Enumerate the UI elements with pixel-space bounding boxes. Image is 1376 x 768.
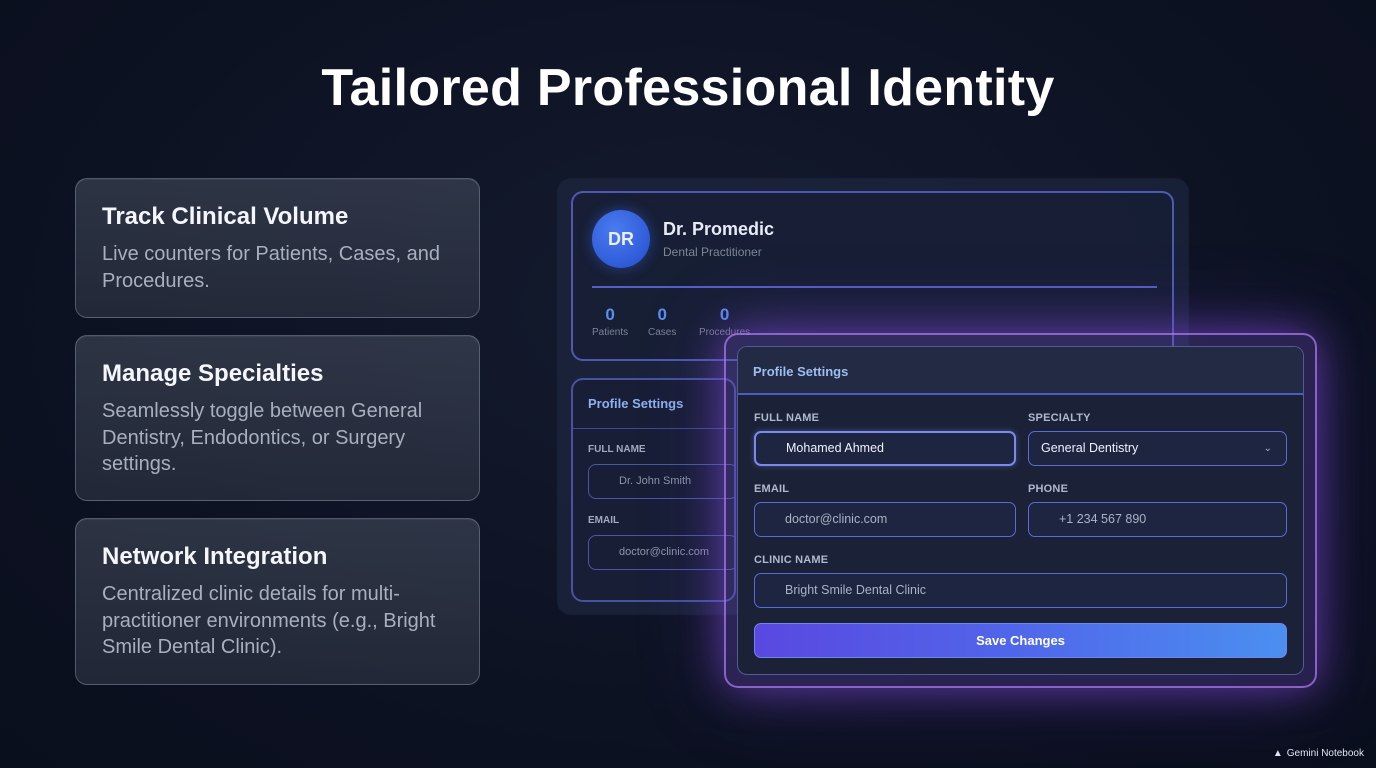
email-label: EMAIL — [754, 483, 790, 495]
full-name-input[interactable]: Mohamed Ahmed — [754, 431, 1016, 466]
email-input[interactable]: doctor@clinic.com — [754, 502, 1016, 537]
specialty-select[interactable]: General Dentistry ⌄ — [1028, 431, 1287, 466]
feature-heading: Track Clinical Volume — [102, 203, 349, 230]
divider — [592, 286, 1157, 288]
save-changes-button[interactable]: Save Changes — [754, 623, 1287, 658]
chevron-down-icon: ⌄ — [1263, 443, 1272, 454]
watermark-text: Gemini Notebook — [1286, 748, 1364, 759]
profile-settings-background: Profile Settings FULL NAME Dr. John Smit… — [571, 378, 736, 602]
feature-heading: Network Integration — [102, 543, 328, 570]
doctor-role: Dental Practitioner — [663, 245, 762, 259]
clinic-name-input[interactable]: Bright Smile Dental Clinic — [754, 573, 1287, 608]
email-field[interactable]: doctor@clinic.com — [588, 535, 734, 570]
modal-header: Profile Settings — [738, 347, 1303, 395]
divider — [573, 428, 734, 429]
stat-patients: 0 Patients — [592, 305, 628, 338]
stat-label: Patients — [592, 327, 629, 338]
modal-title: Profile Settings — [753, 364, 849, 379]
page-title: Tailored Professional Identity — [321, 59, 1055, 117]
feature-description: Centralized clinic details for multi-pra… — [102, 583, 436, 658]
full-name-field[interactable]: Dr. John Smith — [588, 464, 734, 499]
full-name-label: FULL NAME — [588, 444, 646, 455]
phone-input[interactable]: +1 234 567 890 — [1028, 502, 1287, 537]
feature-card-clinical-volume: Track Clinical Volume Live counters for … — [75, 178, 480, 318]
doctor-name: Dr. Promedic — [663, 219, 775, 239]
feature-heading: Manage Specialties — [102, 360, 324, 387]
settings-header: Profile Settings — [588, 396, 684, 411]
full-name-label: FULL NAME — [754, 412, 820, 424]
feature-description: Seamlessly toggle between General Dentis… — [102, 400, 423, 475]
feature-description: Live counters for Patients, Cases, and P… — [102, 243, 440, 292]
phone-label: PHONE — [1028, 483, 1069, 495]
stat-cases: 0 Cases — [648, 305, 676, 338]
specialty-label: SPECIALTY — [1028, 412, 1091, 424]
feature-card-network: Network Integration Centralized clinic d… — [75, 518, 480, 685]
stat-value: 0 — [657, 305, 667, 324]
email-label: EMAIL — [588, 515, 620, 526]
specialty-value: General Dentistry — [1041, 441, 1139, 455]
watermark: ▲ Gemini Notebook — [1273, 748, 1364, 759]
notebook-logo-icon: ▲ — [1272, 748, 1283, 759]
feature-card-specialties: Manage Specialties Seamlessly toggle bet… — [75, 335, 480, 501]
profile-settings-modal: Profile Settings FULL NAME Mohamed Ahmed… — [737, 346, 1304, 675]
stat-value: 0 — [605, 305, 615, 324]
stat-label: Cases — [648, 327, 677, 338]
avatar[interactable]: DR — [592, 210, 650, 268]
clinic-name-label: CLINIC NAME — [754, 554, 829, 566]
stat-value: 0 — [719, 305, 730, 324]
